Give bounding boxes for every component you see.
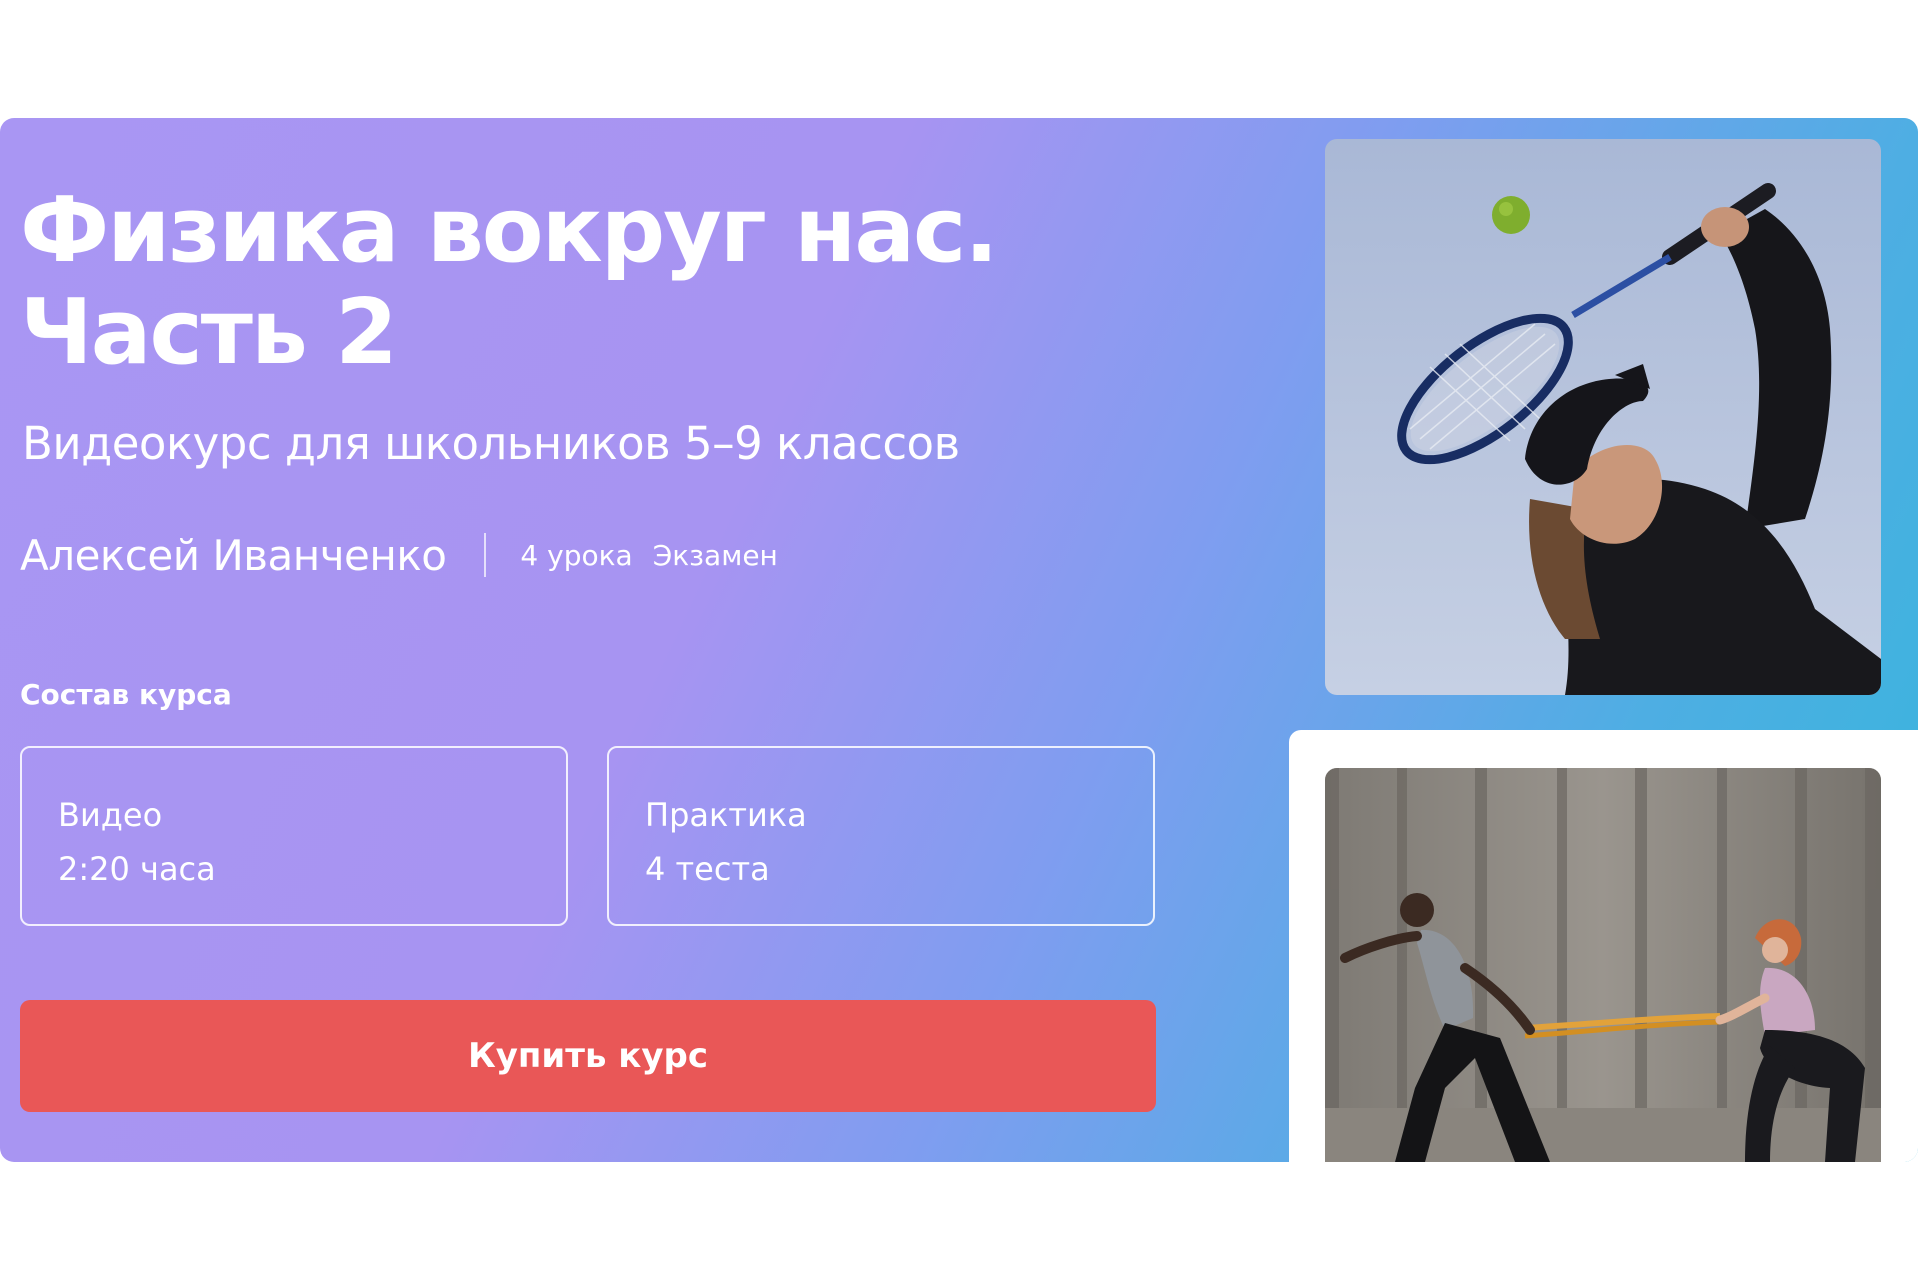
buy-course-button[interactable]: Купить курс [20,1000,1156,1112]
practice-card: Практика 4 теста [607,746,1155,926]
course-title-line-2: Часть 2 [20,280,398,385]
exam-tag: Экзамен [652,538,778,572]
video-card: Видео 2:20 часа [20,746,568,926]
practice-card-title: Практика [645,796,807,834]
course-banner: Физика вокруг нас. Часть 2 Видеокурс для… [0,118,1918,1162]
meta-divider [484,533,487,577]
course-subtitle: Видеокурс для школьников 5–9 классов [22,417,960,470]
composition-label: Состав курса [20,678,232,711]
author-name: Алексей Иванченко [20,530,447,580]
video-card-title: Видео [58,796,163,834]
course-title: Физика вокруг нас. Часть 2 [20,178,999,385]
practice-card-value: 4 теста [645,850,770,888]
course-title-line-1: Физика вокруг нас. [20,178,999,283]
resistance-band-training-photo [1325,768,1881,1162]
tennis-player-photo [1325,139,1881,695]
lessons-count: 4 урока [520,538,633,572]
course-meta: Алексей Иванченко 4 урока Экзамен [20,530,798,580]
video-card-value: 2:20 часа [58,850,216,888]
